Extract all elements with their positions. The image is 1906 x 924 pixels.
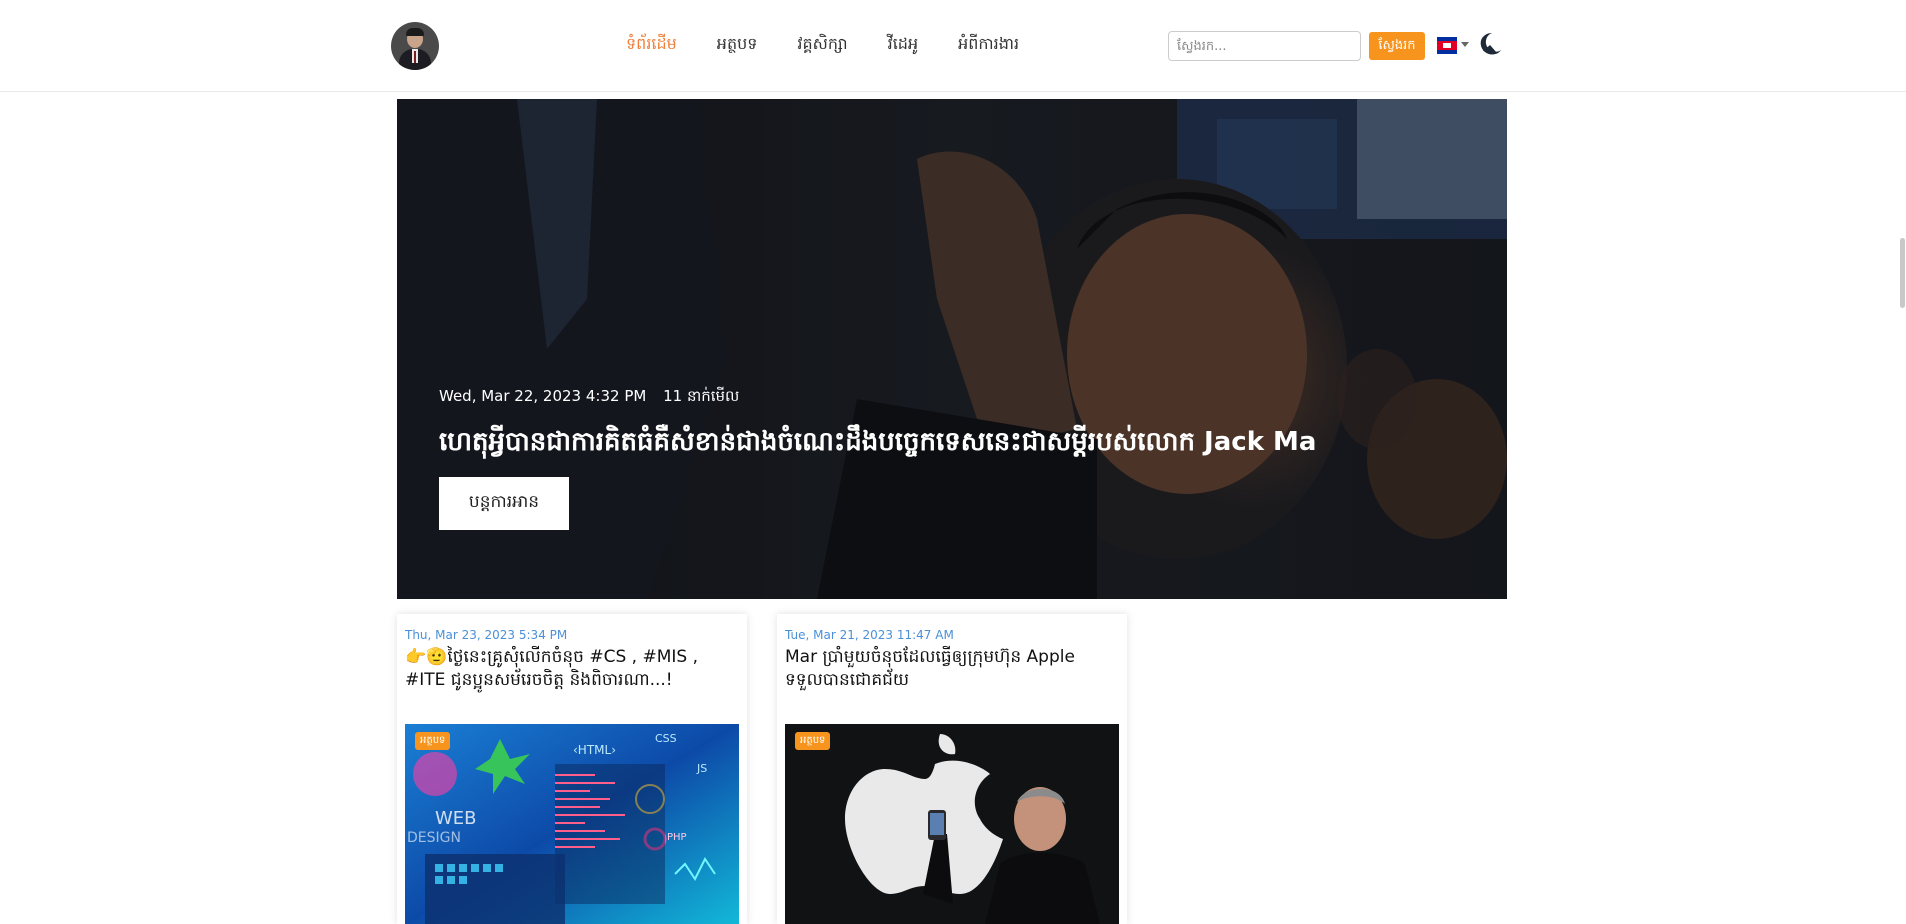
page-scrollbar[interactable] — [1898, 0, 1906, 924]
article-card[interactable]: Thu, Mar 23, 2023 5:34 PM 👉🫡ថ្ងៃនេះគ្រូស… — [397, 614, 747, 924]
dark-mode-moon-icon[interactable] — [1478, 31, 1502, 57]
article-card[interactable]: Tue, Mar 21, 2023 11:47 AM Mar ប្រាំមួយច… — [777, 614, 1127, 924]
card-date: Tue, Mar 21, 2023 11:47 AM — [785, 628, 954, 642]
search-input[interactable] — [1168, 31, 1361, 61]
nav-courses[interactable]: វគ្គសិក្សា — [797, 33, 847, 55]
nav-about[interactable]: អំពីការងារ — [958, 33, 1019, 55]
svg-text:CSS: CSS — [655, 732, 677, 745]
hero-date: Wed, Mar 22, 2023 4:32 PM — [439, 387, 647, 405]
nav-videos[interactable]: វីដេអូ — [888, 33, 918, 55]
hero-featured-article[interactable]: Wed, Mar 22, 2023 4:32 PM 11 នាក់មើល ហេត… — [397, 99, 1507, 599]
svg-text:PHP: PHP — [667, 832, 687, 843]
svg-text:JS: JS — [696, 762, 707, 775]
card-category-badge[interactable]: អត្ថបទ — [415, 732, 451, 750]
svg-text:‹HTML›: ‹HTML› — [573, 743, 616, 757]
search-button[interactable]: ស្វែងរក — [1369, 32, 1425, 60]
nav-articles[interactable]: អត្ថបទ — [717, 33, 758, 55]
card-image-steve-jobs[interactable]: អត្ថបទ — [785, 724, 1119, 924]
navbar: ទំព័រដើម អត្ថបទ វគ្គសិក្សា វីដេអូ អំពីកា… — [0, 0, 1906, 92]
chevron-down-icon[interactable] — [1461, 42, 1469, 47]
flag-cambodia-icon[interactable] — [1437, 37, 1457, 54]
card-category-badge[interactable]: អត្ថបទ — [795, 732, 831, 750]
hero-title[interactable]: ហេតុអ្វីបានជាការគិតធំគឺសំខាន់ជាងចំណេះដឹង… — [439, 424, 1316, 460]
card-image-web-design[interactable]: ‹HTML› CSS JS PHP WEB DESIGN អត្ថបទ — [405, 724, 739, 924]
card-title[interactable]: Mar ប្រាំមួយចំនុចដែលធ្វើឲ្យក្រុមហ៊ុន App… — [785, 646, 1115, 692]
main-nav: ទំព័រដើម អត្ថបទ វគ្គសិក្សា វីដេអូ អំពីកា… — [626, 33, 1059, 55]
card-title[interactable]: 👉🫡ថ្ងៃនេះគ្រូសុំលើកចំនុច #CS , #MIS , #I… — [405, 646, 735, 692]
nav-home[interactable]: ទំព័រដើម — [626, 33, 677, 55]
site-logo-avatar[interactable] — [391, 22, 439, 70]
scrollbar-thumb[interactable] — [1900, 238, 1905, 308]
read-more-button[interactable]: បន្តការអាន — [439, 477, 569, 530]
svg-text:DESIGN: DESIGN — [407, 830, 461, 846]
svg-text:WEB: WEB — [435, 808, 477, 829]
hero-views: 11 នាក់មើល — [663, 387, 740, 405]
page: ទំព័រដើម អត្ថបទ វគ្គសិក្សា វីដេអូ អំពីកា… — [0, 0, 1906, 924]
hero-meta: Wed, Mar 22, 2023 4:32 PM 11 នាក់មើល — [439, 387, 751, 409]
card-date: Thu, Mar 23, 2023 5:34 PM — [405, 628, 568, 642]
